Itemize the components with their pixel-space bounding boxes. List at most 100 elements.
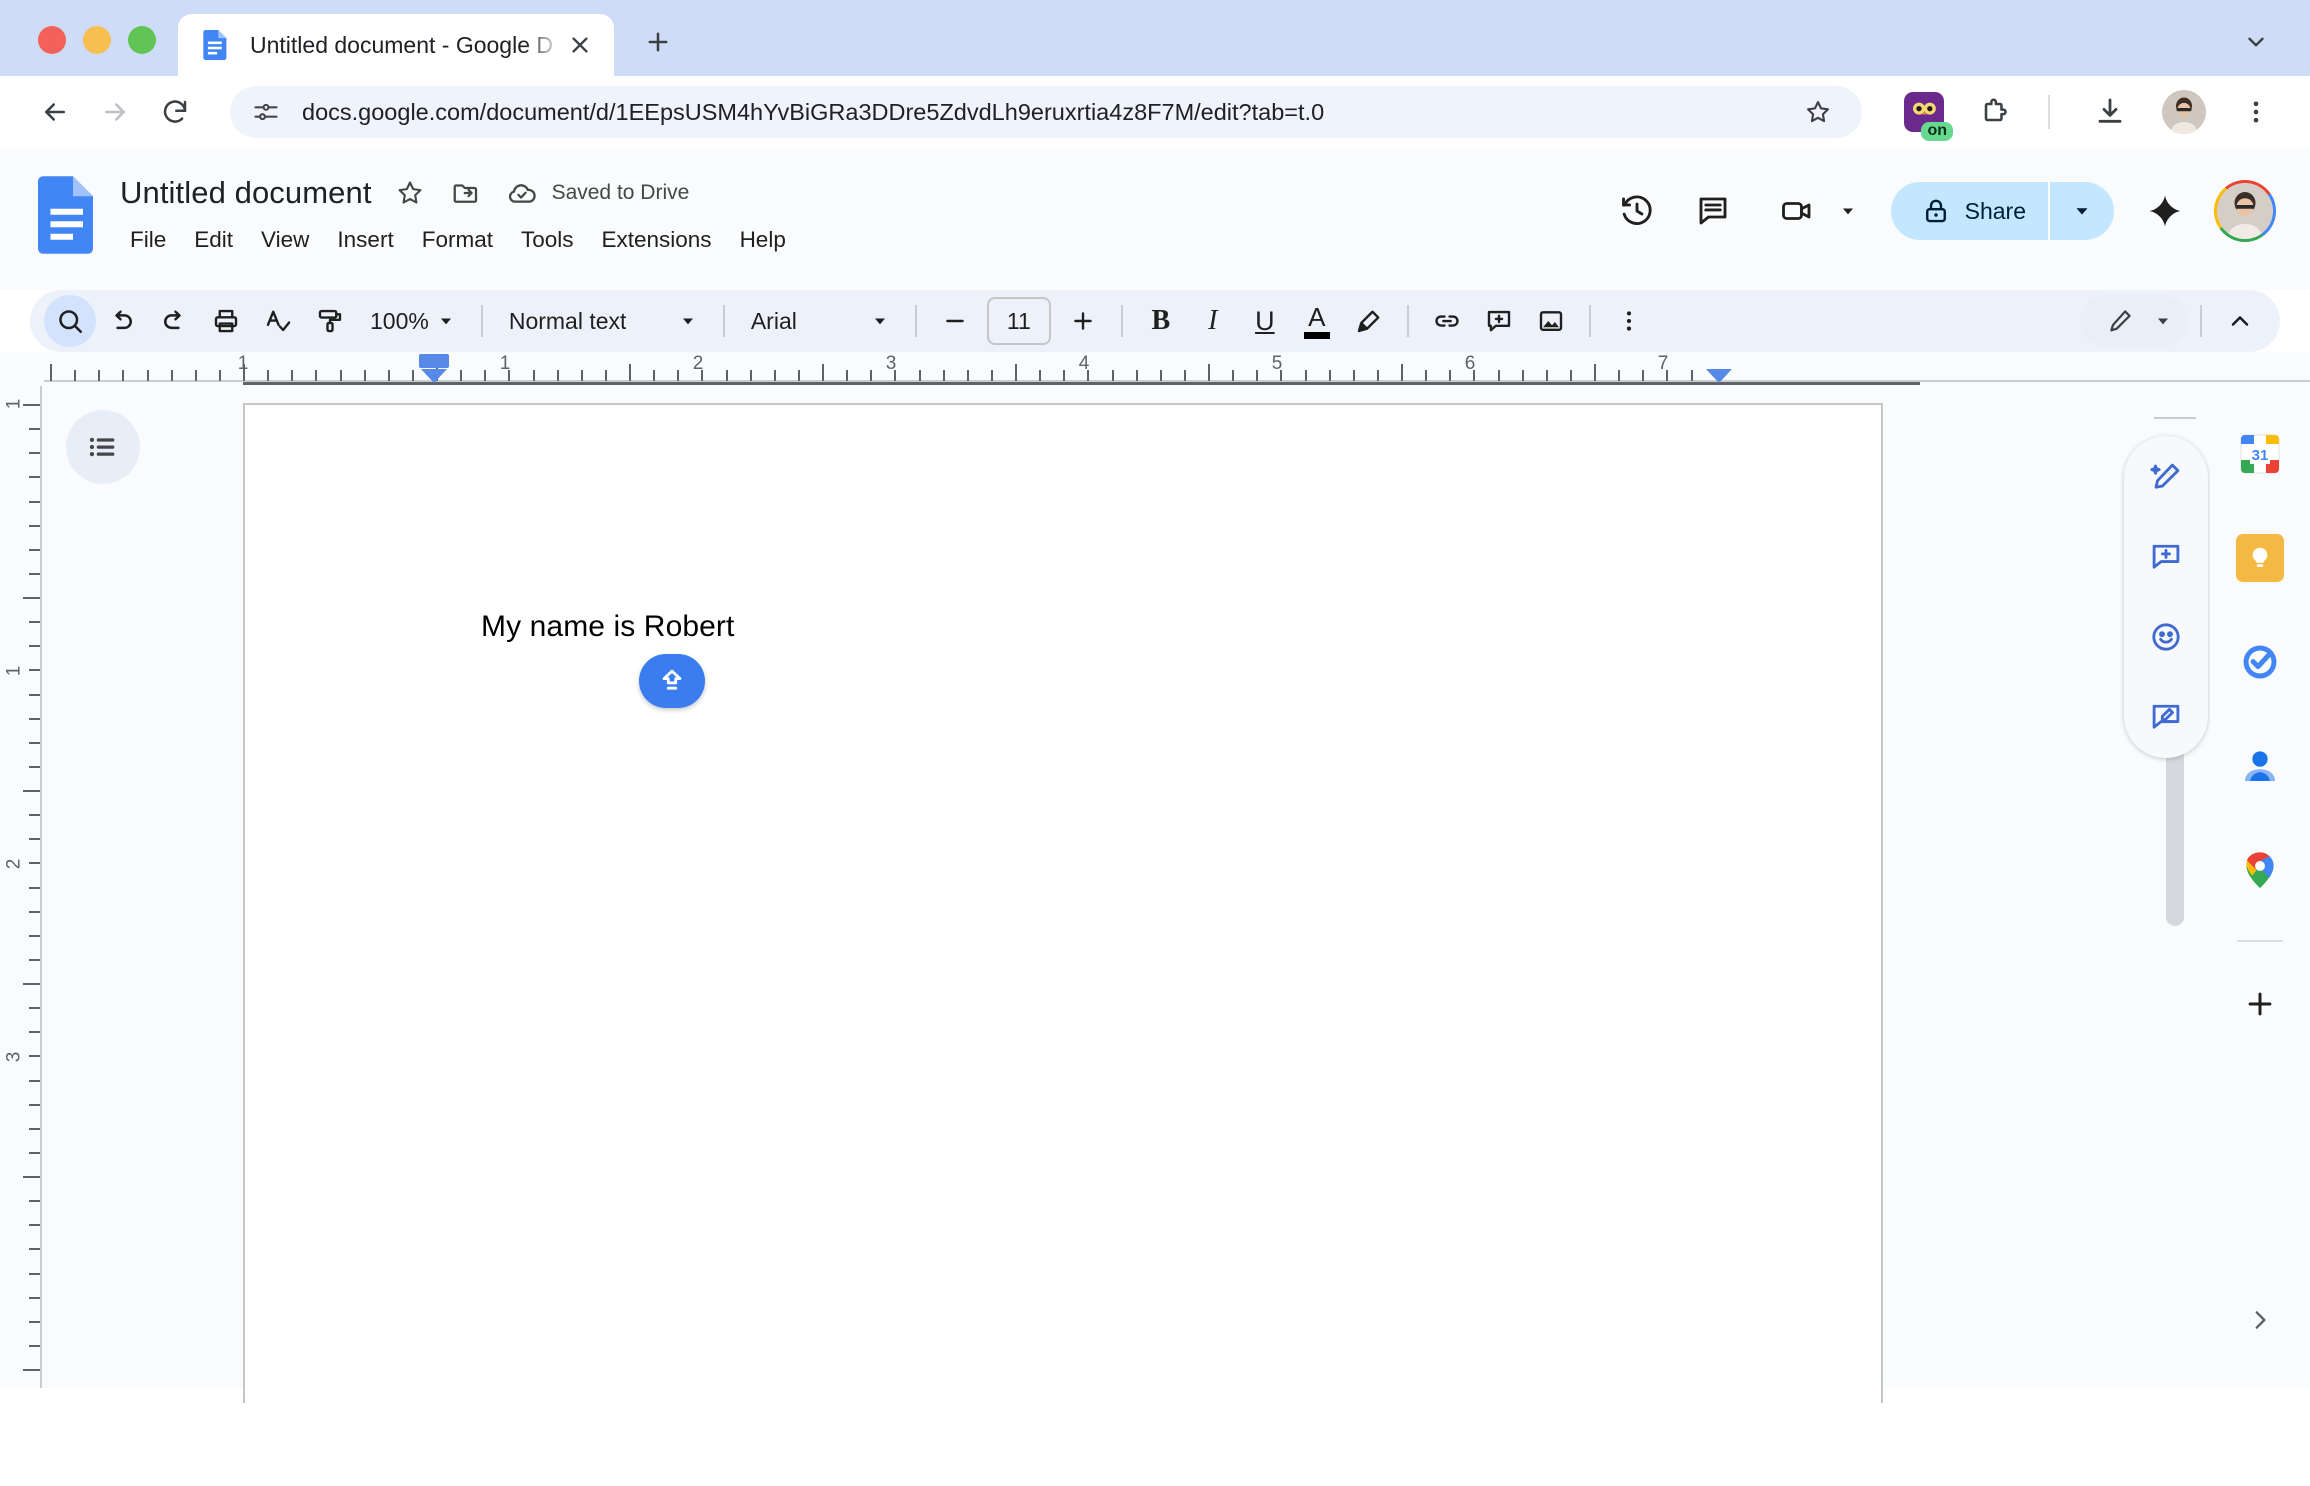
minimize-window-button[interactable] (83, 26, 111, 54)
first-line-indent-marker[interactable] (419, 354, 449, 368)
new-tab-button[interactable] (636, 20, 680, 64)
owl-extension-icon[interactable]: on (1904, 92, 1944, 132)
google-tasks-icon[interactable] (2233, 635, 2287, 689)
add-comment-icon[interactable] (1473, 295, 1525, 347)
vruler-number: 3 (4, 1052, 26, 1063)
insert-image-icon[interactable] (1525, 295, 1577, 347)
document-text[interactable]: My name is Robert (481, 610, 734, 644)
video-camera-icon[interactable] (1768, 182, 1826, 240)
reload-icon[interactable] (148, 85, 202, 139)
document-page[interactable]: My name is Robert (243, 403, 1883, 1403)
toolbar-divider (723, 305, 725, 337)
toolbar-divider (1121, 305, 1123, 337)
bold-label: B (1151, 305, 1170, 337)
emoji-reaction-icon[interactable] (2139, 610, 2193, 664)
toolbar-divider (1407, 305, 1409, 337)
paragraph-style-value: Normal text (509, 308, 627, 335)
paragraph-style-chevron-down-icon[interactable] (671, 304, 705, 338)
bookmark-star-icon[interactable] (1794, 88, 1842, 136)
meet-call-group[interactable] (1759, 182, 1861, 240)
editing-mode-select[interactable] (2080, 295, 2188, 347)
back-arrow-icon[interactable] (28, 85, 82, 139)
extensions-puzzle-icon[interactable] (1968, 86, 2020, 138)
move-to-folder-icon[interactable] (444, 171, 488, 215)
collapse-toolbar-chevron-up-icon[interactable] (2214, 295, 2266, 347)
google-maps-icon[interactable] (2233, 843, 2287, 897)
chrome-menu-icon[interactable] (2230, 86, 2282, 138)
star-icon[interactable] (388, 171, 432, 215)
docs-menu-bar: File Edit View Insert Format Tools Exten… (116, 222, 1599, 258)
magic-pen-icon[interactable] (2139, 450, 2193, 504)
underline-button[interactable]: U (1239, 295, 1291, 347)
menu-item-extensions[interactable]: Extensions (588, 222, 726, 258)
document-outline-toggle[interactable] (66, 410, 140, 484)
bold-button[interactable]: B (1135, 295, 1187, 347)
share-button[interactable]: Share (1891, 182, 2048, 240)
version-history-icon[interactable] (1608, 182, 1666, 240)
horizontal-ruler[interactable]: 1 1 2 3 4 5 6 7 (44, 352, 2310, 386)
font-family-select[interactable]: Arial (737, 297, 903, 345)
redo-icon[interactable] (148, 295, 200, 347)
font-chevron-down-icon[interactable] (863, 304, 897, 338)
google-docs-logo[interactable] (38, 176, 98, 254)
expand-side-panel-chevron-right-icon[interactable] (2236, 1296, 2284, 1344)
more-options-icon[interactable] (1603, 295, 1655, 347)
menu-item-tools[interactable]: Tools (507, 222, 588, 258)
meet-chevron-down-icon[interactable] (1835, 198, 1861, 224)
menu-item-view[interactable]: View (247, 222, 323, 258)
menu-item-insert[interactable]: Insert (323, 222, 407, 258)
zoom-chevron-down-icon[interactable] (429, 304, 463, 338)
vertical-ruler[interactable]: 1 1 2 3 (0, 386, 44, 1388)
tab-search-chevron-down-icon[interactable] (2236, 22, 2276, 62)
close-tab-button[interactable] (562, 27, 598, 63)
browser-profile-avatar[interactable] (2162, 90, 2206, 134)
print-icon[interactable] (200, 295, 252, 347)
italic-label: I (1208, 305, 1217, 337)
download-icon[interactable] (2084, 86, 2136, 138)
google-calendar-icon[interactable]: 31 (2233, 427, 2287, 481)
menu-item-file[interactable]: File (116, 222, 180, 258)
menu-item-format[interactable]: Format (408, 222, 507, 258)
right-indent-marker[interactable] (1706, 369, 1732, 383)
spellcheck-icon[interactable] (252, 295, 304, 347)
account-avatar[interactable] (2214, 180, 2276, 242)
insert-link-icon[interactable] (1421, 295, 1473, 347)
increase-font-size-button[interactable] (1057, 295, 1109, 347)
search-icon[interactable] (44, 295, 96, 347)
google-keep-icon[interactable] (2233, 531, 2287, 585)
menu-item-help[interactable]: Help (726, 222, 800, 258)
decrease-font-size-button[interactable] (929, 295, 981, 347)
omnibox-bar: docs.google.com/document/d/1EEpsUSM4hYvB… (0, 76, 2310, 148)
gemini-sparkle-icon[interactable] (2136, 182, 2194, 240)
left-indent-marker[interactable] (421, 369, 447, 383)
google-contacts-icon[interactable] (2233, 739, 2287, 793)
browser-tab[interactable]: Untitled document - Google D (178, 14, 614, 76)
highlight-color-icon[interactable] (1343, 295, 1395, 347)
add-comment-icon[interactable] (2139, 530, 2193, 584)
suggest-edit-icon[interactable] (2139, 690, 2193, 744)
editing-mode-chevron-down-icon[interactable] (2146, 304, 2180, 338)
undo-icon[interactable] (96, 295, 148, 347)
zoom-select[interactable]: 100% (356, 297, 469, 345)
forward-arrow-icon[interactable] (88, 85, 142, 139)
calendar-day-number: 31 (2252, 447, 2269, 464)
ruler-number: 4 (1079, 353, 1090, 375)
paint-format-icon[interactable] (304, 295, 356, 347)
add-app-button[interactable] (2232, 976, 2288, 1032)
share-button-label: Share (1965, 198, 2026, 225)
upload-publish-fab-button[interactable] (639, 654, 705, 708)
edit-pencil-icon[interactable] (2094, 295, 2146, 347)
url-bar[interactable]: docs.google.com/document/d/1EEpsUSM4hYvB… (230, 86, 1862, 138)
document-title[interactable]: Untitled document (116, 173, 376, 213)
paragraph-style-select[interactable]: Normal text (495, 297, 711, 345)
italic-button[interactable]: I (1187, 295, 1239, 347)
menu-item-edit[interactable]: Edit (180, 222, 247, 258)
share-options-chevron-down-icon[interactable] (2048, 182, 2114, 240)
text-color-button[interactable]: A (1291, 295, 1343, 347)
close-window-button[interactable] (38, 26, 66, 54)
comment-history-icon[interactable] (1684, 182, 1742, 240)
ruler-corner (0, 352, 44, 386)
maximize-window-button[interactable] (128, 26, 156, 54)
ruler-number: 3 (886, 353, 897, 375)
font-size-input[interactable]: 11 (987, 297, 1051, 345)
